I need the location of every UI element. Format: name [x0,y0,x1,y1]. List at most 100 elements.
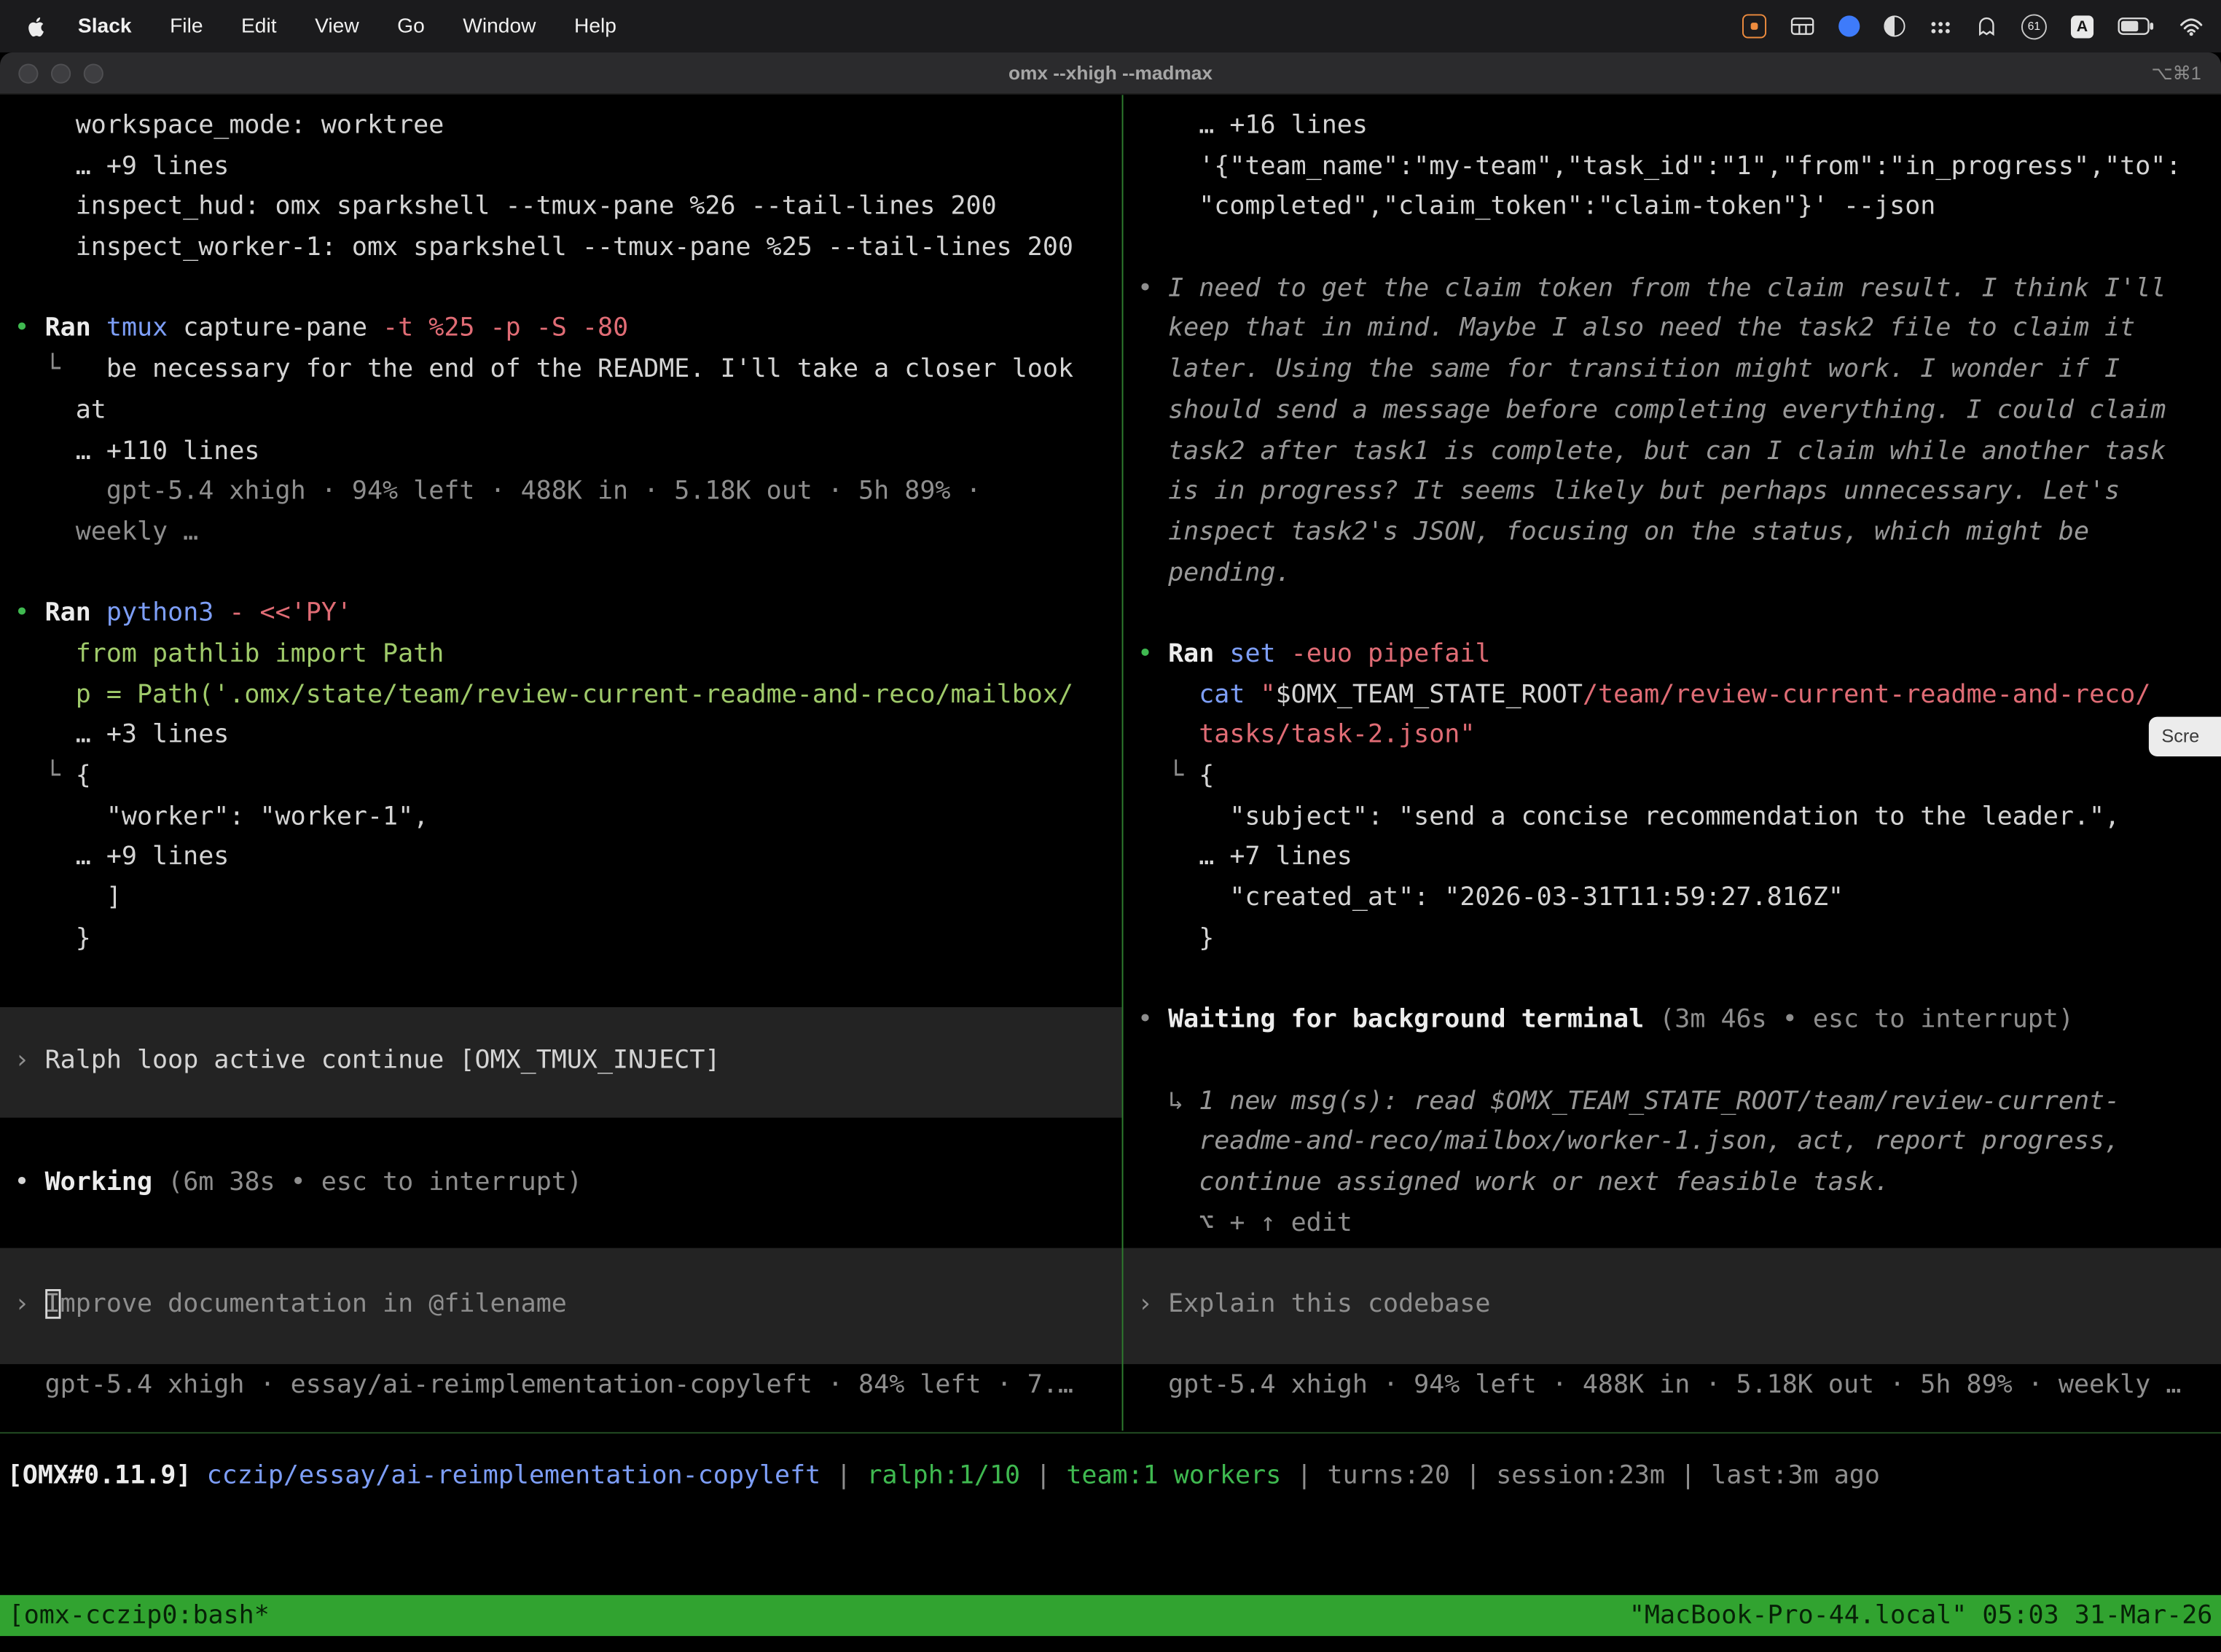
bottom-gap [0,1636,2221,1651]
terminal-row: "completed","claim_token":"claim-token"}… [1137,187,2221,228]
terminal-segment: weekly … [14,517,198,547]
terminal-row: } [1137,919,2221,960]
menu-item-help[interactable]: Help [574,15,616,37]
terminal-row: } [14,919,1121,960]
terminal-segment: task2 after task1 is complete, but can I… [1137,436,2166,466]
dark-circle-app-icon[interactable] [1884,15,1905,36]
terminal-segment: • [1137,639,1168,669]
grid-icon[interactable] [1790,15,1814,36]
terminal-segment: inspect_hud: omx sparkshell --tmux-pane … [14,192,996,222]
terminal-segment: | [1281,1460,1327,1490]
terminal-row [14,1244,1121,1285]
terminal-segment [192,1460,207,1490]
terminal-row: inspect task2's JSON, focusing on the st… [1137,512,2221,553]
terminal-row [1137,1326,2221,1366]
omx-status-area: [OMX#0.11.9] cczip/essay/ai-reimplementa… [0,1433,2221,1595]
terminal-segment: last:3m ago [1711,1460,1880,1490]
terminal-row: p = Path('.omx/state/team/review-current… [14,676,1121,716]
terminal-row: › Ralph loop active continue [OMX_TMUX_I… [14,1041,1121,1081]
terminal-segment: later. Using the same for transition mig… [1137,354,2120,384]
terminal-segment: gpt-5.4 xhigh · essay/ai-reimplementatio… [14,1370,1073,1400]
dots-grid-icon[interactable] [1930,17,1952,34]
terminal-segment: session:23m [1496,1460,1665,1490]
record-dot [1751,23,1758,30]
terminal-row [1137,960,2221,1001]
terminal-row: weekly … [14,512,1121,553]
terminal-segment: keep that in mind. Maybe I also need the… [1137,313,2135,343]
terminal-segment: -t %25 -p -S -80 [383,313,628,343]
terminal-segment: … +7 lines [1137,842,1352,872]
terminal-segment: gpt-5.4 xhigh · 94% left · 488K in · 5.1… [14,477,981,506]
terminal-row: [OMX#0.11.9] cczip/essay/ai-reimplementa… [7,1456,2221,1497]
terminal-row: workspace_mode: worktree [14,106,1121,147]
terminal-segment: | [820,1460,866,1490]
terminal-row [1137,1041,2221,1081]
terminal-area: workspace_mode: worktree … +9 lines insp… [0,95,2221,1433]
terminal-segment: I [45,1289,60,1319]
ghost-icon[interactable] [1976,15,1997,36]
minimize-button[interactable] [51,63,71,83]
terminal-segment: … +110 lines [14,436,259,466]
terminal-segment: /team/review-current-readme-and-reco/ [1583,679,2150,709]
terminal-row: • Ran python3 - <<'PY' [14,594,1121,635]
terminal-row: … +110 lines [14,431,1121,472]
menu-app-name[interactable]: Slack [78,15,132,37]
terminal-row: ] [14,878,1121,919]
terminal-pane-left[interactable]: workspace_mode: worktree … +9 lines insp… [0,95,1122,1430]
terminal-segment: cczip/essay/ai-reimplementation-copyleft [207,1460,821,1490]
terminal-row: … +3 lines [14,716,1121,756]
input-source-icon[interactable]: A [2071,15,2093,37]
terminal-row [14,1122,1121,1163]
terminal-segment: Ran [45,313,106,343]
terminal-segment [1137,679,1199,709]
blue-app-icon[interactable] [1838,15,1860,36]
terminal-segment: ralph:1/10 [866,1460,1020,1490]
terminal-segment: Ran [45,598,106,628]
wifi-icon[interactable] [2179,16,2204,36]
terminal-row: inspect_hud: omx sparkshell --tmux-pane … [14,187,1121,228]
terminal-segment: } [1137,923,1214,953]
terminal-row: › Explain this codebase [1137,1285,2221,1326]
terminal-segment: › [14,1289,44,1319]
terminal-segment: readme-and-reco/mailbox/worker-1.json, a… [1137,1127,2120,1156]
terminal-segment: "completed","claim_token":"claim-token"}… [1137,192,1935,222]
zoom-button[interactable] [84,63,103,83]
terminal-row: • Waiting for background terminal (3m 46… [1137,1001,2221,1041]
terminal-segment: ] [14,882,121,912]
terminal-segment: mprove documentation in @filename [60,1289,567,1319]
terminal-segment: '{"team_name":"my-team","task_id":"1","f… [1137,151,2182,181]
menu-item-file[interactable]: File [170,15,203,37]
terminal-segment: [OMX#0.11.9] [7,1460,192,1490]
screen-record-icon[interactable] [1742,14,1766,38]
terminal-pane-right[interactable]: … +16 lines '{"team_name":"my-team","tas… [1124,95,2221,1430]
terminal-segment: be necessary for the end of the README. … [106,354,1073,384]
terminal-row: "subject": "send a concise recommendatio… [1137,797,2221,838]
terminal-row: tasks/task-2.json" [1137,716,2221,756]
terminal-segment: is in progress? It seems likely but perh… [1137,477,2120,506]
menu-item-view[interactable]: View [315,15,359,37]
terminal-segment: inspect_worker-1: omx sparkshell --tmux-… [14,232,1073,262]
close-button[interactable] [18,63,38,83]
terminal-row: gpt-5.4 xhigh · essay/ai-reimplementatio… [14,1366,1121,1407]
apple-menu-icon[interactable] [28,15,47,37]
window-shortcut: ⌥⌘1 [2151,62,2201,85]
terminal-left-rows: workspace_mode: worktree … +9 lines insp… [0,95,1122,1406]
terminal-row: should send a message before completing … [1137,391,2221,431]
tmux-session-label: [omx-cczip0:bash* [9,1601,270,1631]
badge-61-icon[interactable]: 61 [2021,13,2047,39]
menu-item-window[interactable]: Window [463,15,536,37]
terminal-segment: $OMX_TEAM_STATE_ROOT [1276,679,1583,709]
terminal-segment: … +3 lines [14,720,229,750]
menu-item-go[interactable]: Go [397,15,425,37]
terminal-segment: python3 [106,598,230,628]
terminal-row: › Improve documentation in @filename [14,1285,1121,1326]
omx-status-line: [OMX#0.11.9] cczip/essay/ai-reimplementa… [7,1456,2221,1497]
terminal-row: └ { [1137,756,2221,797]
terminal-row: … +16 lines [1137,106,2221,147]
terminal-row: "worker": "worker-1", [14,797,1121,838]
battery-icon[interactable] [2118,17,2155,35]
terminal-segment: 1 new msg(s): read $OMX_TEAM_STATE_ROOT/… [1199,1086,2120,1116]
menu-item-edit[interactable]: Edit [241,15,277,37]
terminal-row: inspect_worker-1: omx sparkshell --tmux-… [14,228,1121,269]
terminal-row: gpt-5.4 xhigh · 94% left · 488K in · 5.1… [1137,1366,2221,1407]
